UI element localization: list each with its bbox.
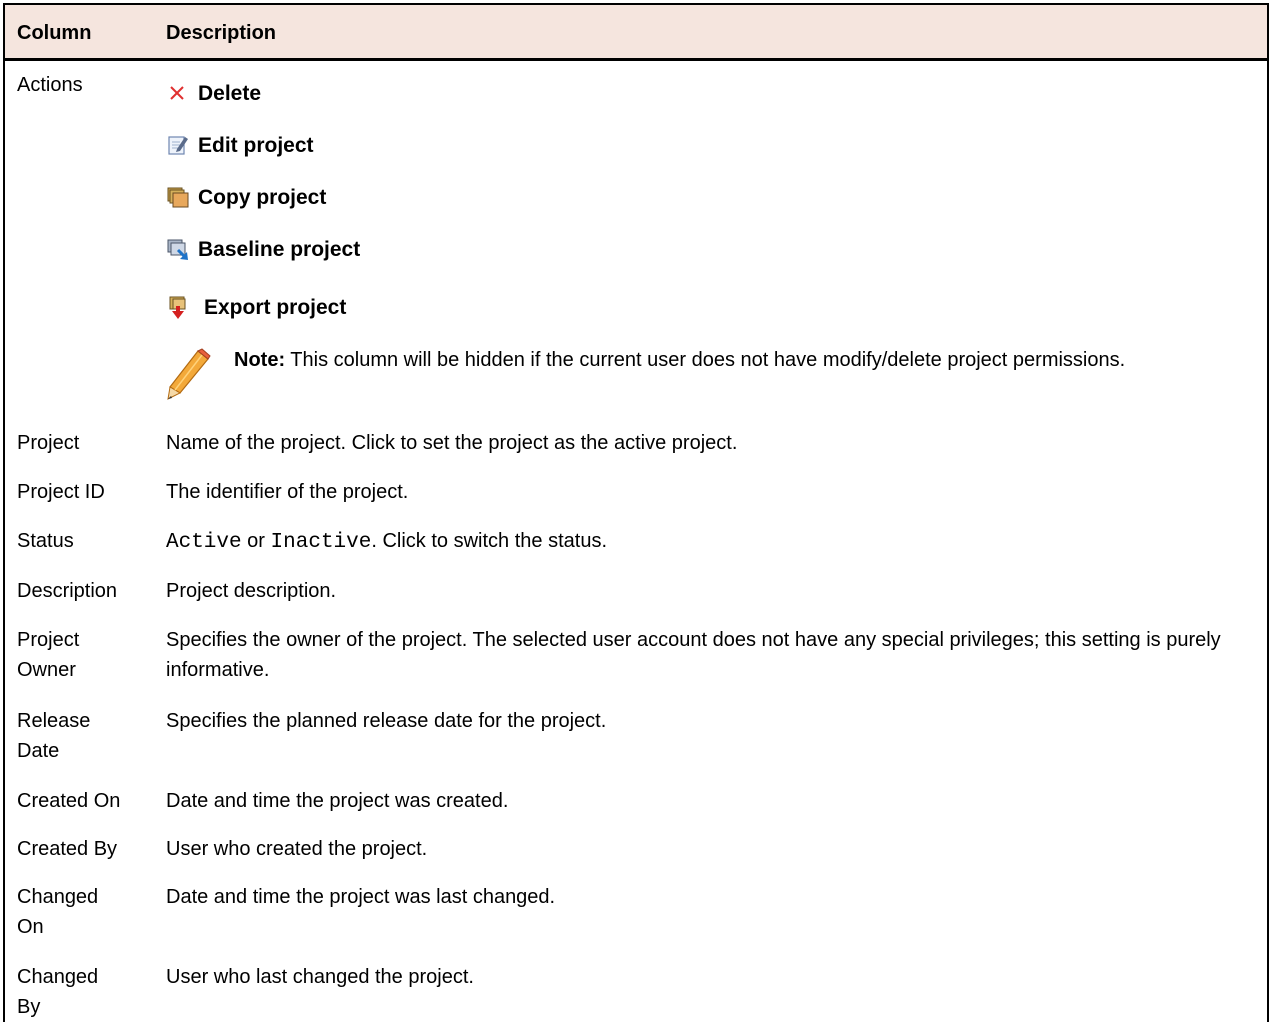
copy-stack-icon [166, 186, 192, 210]
description-header: Description [166, 22, 277, 44]
baseline-project-label: Baseline project [198, 238, 361, 261]
row-name: Project [17, 432, 80, 454]
copy-project-action: Copy project [166, 186, 326, 210]
edit-project-action: Edit project [166, 134, 314, 158]
status-tail-text: . Click to switch the status. [371, 530, 607, 552]
row-name-line1: Release [17, 710, 91, 732]
note-body: This column will be hidden if the curren… [285, 349, 1126, 371]
row-name-line2: Owner [17, 659, 76, 681]
row-description: Date and time the project was last chang… [166, 886, 556, 908]
row-name: Changed By [17, 962, 152, 1022]
baseline-project-action: Baseline project [166, 238, 360, 262]
row-description: Specifies the owner of the project. The … [166, 629, 1221, 681]
table-row: Release Date Specifies the planned releas… [5, 706, 1267, 770]
table-row-actions: Actions Delete Edit project Copy project… [5, 68, 1267, 418]
table-row: Description Project description. [5, 576, 1267, 616]
row-description: Project description. [166, 580, 337, 602]
copy-project-label: Copy project [198, 186, 327, 209]
note-text: Note: This column will be hidden if the … [234, 345, 1244, 376]
table-row: Changed On Date and time the project was … [5, 882, 1267, 946]
note-block: Note: This column will be hidden if the … [166, 345, 1256, 411]
row-name: Project Owner [17, 625, 152, 685]
row-name: Created On [17, 790, 121, 812]
row-name: Changed On [17, 882, 152, 942]
row-name-line2: Date [17, 740, 60, 762]
row-description: The identifier of the project. [166, 481, 409, 503]
edit-document-icon [166, 134, 192, 158]
row-description: Date and time the project was created. [166, 790, 509, 812]
row-name-line1: Changed [17, 886, 99, 908]
row-description: User who last changed the project. [166, 966, 474, 988]
row-name: Release Date [17, 706, 152, 766]
row-name-line1: Changed [17, 966, 99, 988]
table-row: Project ID The identifier of the project… [5, 477, 1267, 517]
row-name: Status [17, 530, 74, 552]
row-name-line1: Project [17, 629, 80, 651]
delete-label: Delete [198, 82, 262, 105]
table-header: Column Description [5, 5, 1267, 61]
row-description: Specifies the planned release date for t… [166, 710, 607, 732]
table-row: Project Owner Specifies the owner of the … [5, 625, 1267, 689]
row-description: User who created the project. [166, 838, 428, 860]
row-name: Description [17, 580, 118, 602]
note-label: Note: [234, 349, 286, 371]
table-row: Changed By User who last changed the proj… [5, 962, 1267, 1024]
delete-x-icon [166, 82, 192, 106]
delete-action: Delete [166, 82, 261, 106]
edit-project-label: Edit project [198, 134, 314, 157]
row-description: Name of the project. Click to set the pr… [166, 432, 738, 454]
export-project-action: Export project [166, 296, 346, 320]
row-name: Created By [17, 838, 118, 860]
row-name-line2: On [17, 916, 44, 938]
row-name: Project ID [17, 481, 105, 503]
table-row: Created On Date and time the project was… [5, 786, 1267, 826]
table-row: Created By User who created the project. [5, 834, 1267, 874]
row-description: Active or Inactive. Click to switch the … [166, 526, 1261, 558]
status-active-value: Active [166, 531, 242, 554]
row-name-line2: By [17, 996, 41, 1018]
status-inactive-value: Inactive [270, 531, 372, 554]
status-or-text: or [241, 530, 271, 552]
export-down-arrow-icon [166, 296, 192, 320]
table-row: Project Name of the project. Click to se… [5, 428, 1267, 468]
table-row: Status Active or Inactive. Click to swit… [5, 526, 1267, 566]
project-columns-table: Column Description Actions Delete Edit p… [3, 3, 1269, 1022]
pencil-note-icon [166, 347, 214, 401]
export-project-label: Export project [204, 296, 347, 319]
baseline-arrow-icon [166, 238, 192, 262]
column-header: Column [17, 22, 92, 44]
row-name: Actions [17, 74, 83, 96]
